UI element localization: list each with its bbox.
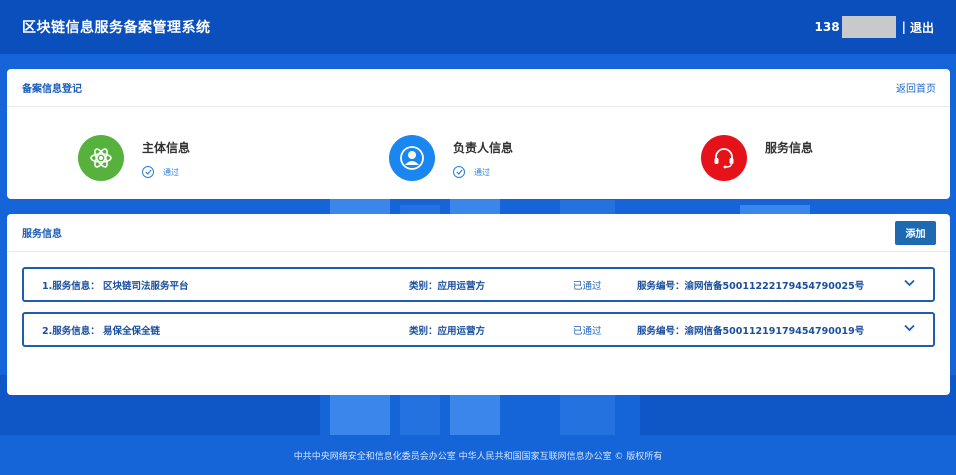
step-label: 负责人信息 [453, 141, 514, 155]
service-row[interactable]: 1.服务信息： 区块链司法服务平台 类别：应用运营方 已通过 服务编号：渝网信备… [22, 267, 935, 302]
user-phone-mask [841, 16, 896, 38]
service-category: 类别：应用运营方 [409, 325, 486, 337]
check-circle-icon [142, 166, 154, 178]
separator: | [901, 20, 906, 34]
service-panel: 服务信息 添加 1.服务信息： 区块链司法服务平台 类别：应用运营方 已通过 服… [7, 214, 950, 395]
logout-link[interactable]: 退出 [910, 19, 934, 36]
chevron-down-icon[interactable] [904, 324, 915, 335]
atom-icon [78, 135, 124, 181]
service-number: 服务编号：渝网信备50011222179454790025号 [637, 280, 865, 292]
step-status-text: 通过 [474, 167, 490, 177]
footer: 中共中央网络安全和信息化委员会办公室 中华人民共和国国家互联网信息办公室 © 版… [0, 435, 956, 475]
check-circle-icon [453, 166, 465, 178]
step-person-in-charge[interactable]: 负责人信息 通过 [389, 135, 513, 181]
registration-panel: 备案信息登记 返回首页 主体信息 通过 负责人信息 通过 服务信息 [7, 69, 950, 199]
step-label: 服务信息 [765, 141, 814, 155]
step-service-info[interactable]: 服务信息 [701, 135, 813, 181]
step-entity-info[interactable]: 主体信息 通过 [78, 135, 190, 181]
user-area: 138 | 退出 [815, 16, 934, 38]
service-list: 1.服务信息： 区块链司法服务平台 类别：应用运营方 已通过 服务编号：渝网信备… [7, 252, 950, 347]
step-status-text: 通过 [163, 167, 179, 177]
app-title: 区块链信息服务备案管理系统 [22, 20, 211, 36]
service-number: 服务编号：渝网信备50011219179454790019号 [637, 325, 865, 337]
back-home-link[interactable]: 返回首页 [896, 80, 936, 95]
top-bar: 区块链信息服务备案管理系统 138 | 退出 [0, 0, 956, 54]
headset-icon [701, 135, 747, 181]
footer-copyright: 中共中央网络安全和信息化委员会办公室 中华人民共和国国家互联网信息办公室 © 版… [293, 451, 663, 462]
chevron-down-icon[interactable] [904, 279, 915, 290]
step-status: 通过 [453, 166, 513, 178]
person-icon [389, 135, 435, 181]
registration-panel-header: 备案信息登记 返回首页 [7, 69, 950, 107]
service-status: 已通过 [573, 325, 602, 337]
registration-title: 备案信息登记 [22, 84, 82, 95]
step-status: 通过 [142, 166, 190, 178]
step-label: 主体信息 [142, 141, 191, 155]
user-phone: 138 [814, 20, 840, 34]
service-category: 类别：应用运营方 [409, 280, 486, 292]
service-panel-header: 服务信息 添加 [7, 214, 950, 252]
service-row[interactable]: 2.服务信息： 易保全保全链 类别：应用运营方 已通过 服务编号：渝网信备500… [22, 312, 935, 347]
add-button[interactable]: 添加 [895, 220, 936, 245]
service-status: 已通过 [573, 280, 602, 292]
registration-steps: 主体信息 通过 负责人信息 通过 服务信息 [7, 107, 950, 198]
service-name: 1.服务信息： 区块链司法服务平台 [42, 280, 189, 292]
service-name: 2.服务信息： 易保全保全链 [42, 325, 161, 337]
service-title: 服务信息 [22, 229, 62, 240]
